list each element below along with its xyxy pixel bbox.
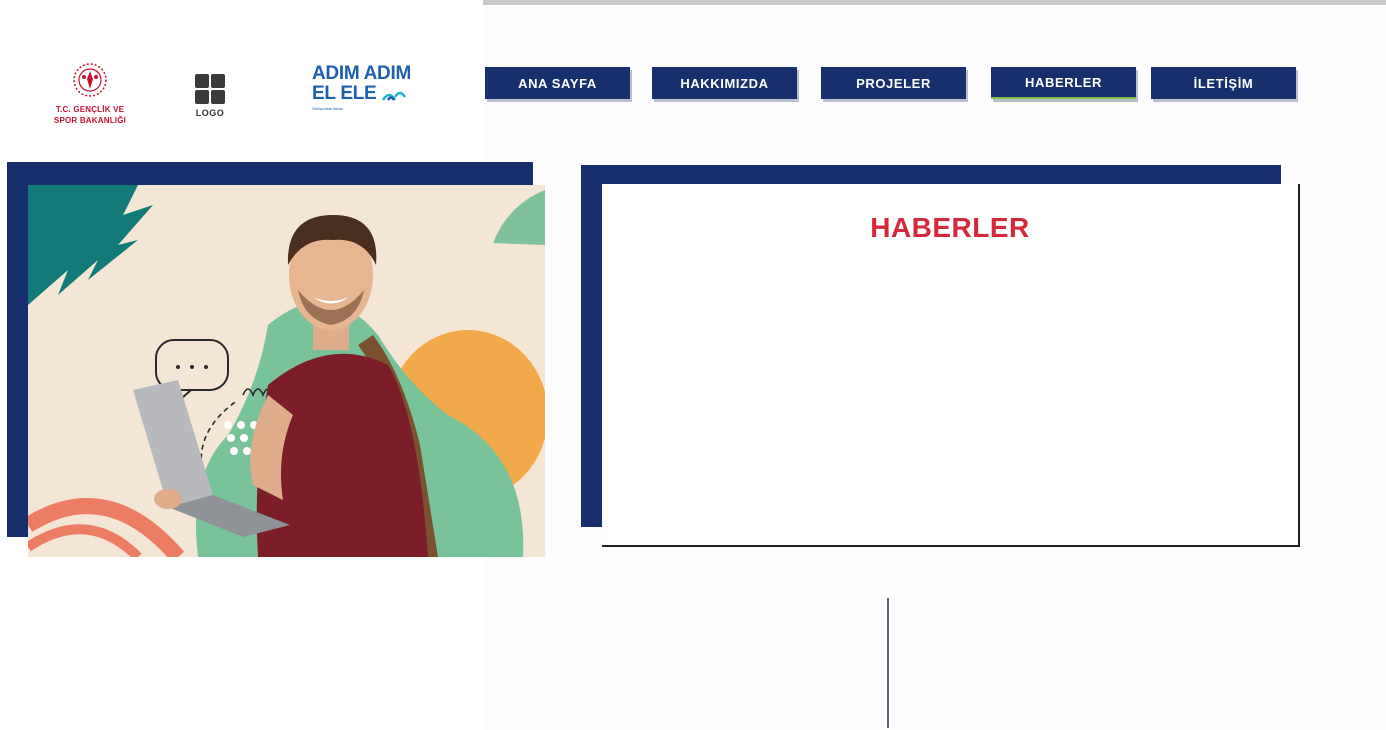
nav-contact-button[interactable]: İLETİŞİM [1151, 67, 1296, 99]
ministry-name-line2: SPOR BAKANLIĞI [53, 116, 127, 125]
ministry-name-line1: T.C. GENÇLİK VE [55, 105, 125, 114]
ministry-emblem-icon [73, 63, 107, 97]
campaign-logo-line2: EL ELE [312, 83, 377, 104]
top-divider [483, 0, 1386, 5]
campaign-logo-line1: ADIM ADIM [312, 63, 411, 84]
nav-news-button[interactable]: HABERLER [991, 67, 1136, 99]
nav-projects-button[interactable]: PROJELER [821, 67, 966, 99]
news-title: HABERLER [870, 212, 1030, 243]
signal-waves-icon [382, 91, 407, 101]
ministry-logo[interactable]: T.C. GENÇLİK VE SPOR BAKANLIĞI [44, 62, 136, 130]
placeholder-logo[interactable]: LOGO [190, 74, 230, 124]
nav-home-button[interactable]: ANA SAYFA [485, 67, 630, 99]
hero-image [28, 185, 545, 557]
campaign-logo[interactable]: ADIM ADIM EL ELE Gelişmekte Miras [312, 64, 416, 124]
grid-logo-icon [195, 74, 225, 104]
campaign-tagline: Gelişmekte Miras [312, 106, 343, 111]
student-with-laptop-illustration [28, 185, 545, 557]
placeholder-logo-text: LOGO [195, 108, 225, 118]
nav-about-button[interactable]: HAKKIMIZDA [652, 67, 797, 99]
vertical-divider [887, 598, 889, 728]
news-panel: HABERLER [602, 184, 1300, 547]
